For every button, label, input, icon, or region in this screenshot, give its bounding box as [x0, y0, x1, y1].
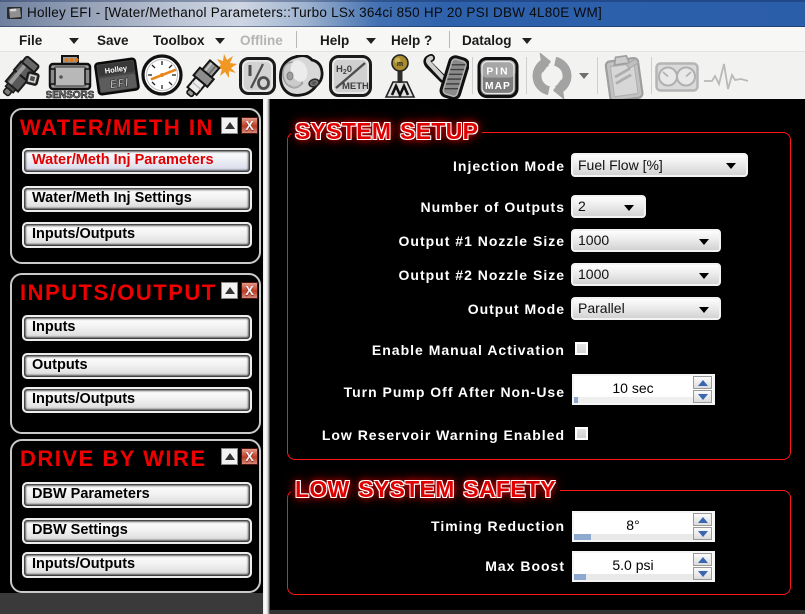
svg-text:METH: METH [342, 81, 369, 92]
svg-text:m: m [397, 61, 403, 68]
svg-text:PIN: PIN [486, 66, 509, 77]
svg-text:MAP: MAP [485, 81, 511, 92]
svg-text:EFI: EFI [109, 75, 130, 92]
